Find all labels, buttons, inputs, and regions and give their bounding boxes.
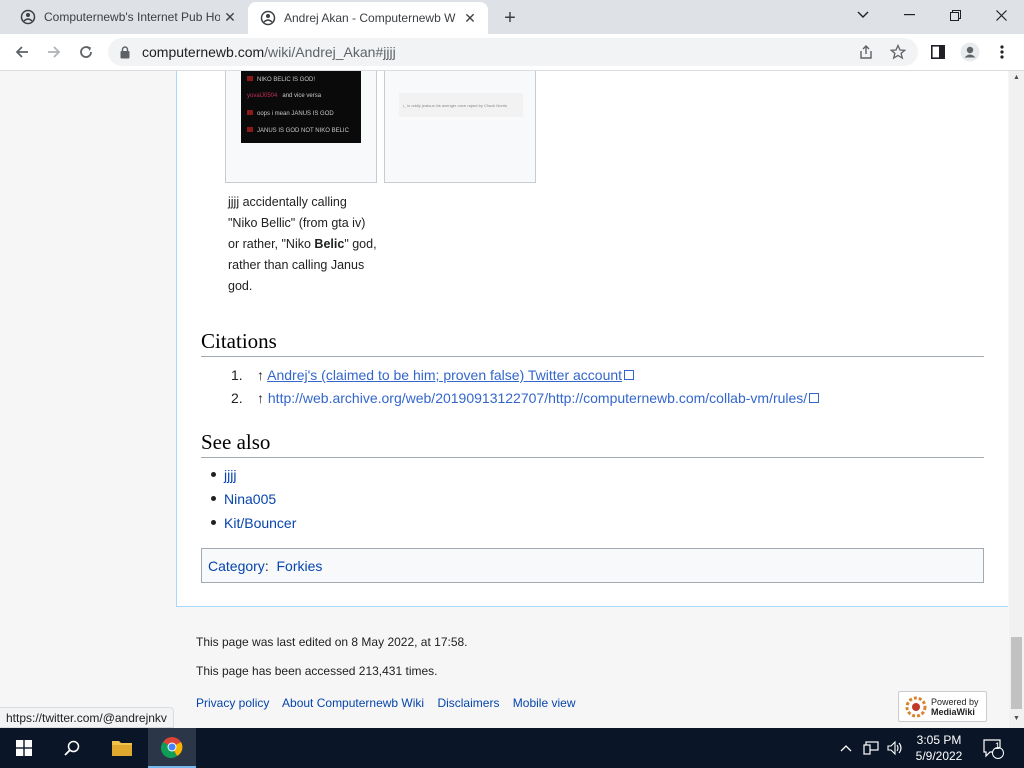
wiki-favicon-icon: [20, 9, 36, 25]
mobile-view-link[interactable]: Mobile view: [513, 696, 576, 710]
side-panel-icon[interactable]: [924, 38, 952, 66]
thumb-line: oops i mean JANUS IS GOD: [257, 111, 334, 117]
citation-number: 1.: [231, 367, 243, 383]
lock-icon[interactable]: [120, 45, 134, 59]
wiki-content: NIKO BELIC IS GOD! yuvalJ0504 and vice v…: [176, 71, 1008, 607]
scrollbar-thumb[interactable]: [1011, 637, 1022, 709]
file-explorer-folder-icon[interactable]: [98, 728, 146, 768]
minimize-icon[interactable]: [886, 0, 932, 30]
url-host: computernewb.com: [142, 44, 265, 60]
footer-links: Privacy policy About Computernewb Wiki D…: [196, 696, 586, 710]
network-icon[interactable]: [860, 728, 882, 768]
see-also-link-kit-bouncer[interactable]: Kit/Bouncer: [224, 515, 296, 531]
citation-number: 2.: [231, 390, 243, 406]
powered-line: MediaWiki: [931, 706, 975, 717]
see-also-heading: See also: [201, 430, 984, 458]
notifications-icon[interactable]: 1: [980, 728, 1006, 768]
scroll-down-arrow-icon[interactable]: ▼: [1012, 715, 1021, 722]
browser-toolbar: computernewb.com/wiki/Andrej_Akan#jjjj: [0, 34, 1024, 71]
tab-title: Computernewb's Internet Pub Ho: [44, 10, 220, 24]
citation-backlink-arrow[interactable]: ↑: [257, 390, 264, 406]
see-also-link-jjjj[interactable]: jjjj: [224, 467, 236, 483]
caption-link-jjjj[interactable]: jjjj: [228, 195, 239, 209]
powered-by-text: Powered by MediaWiki: [931, 697, 979, 717]
status-bubble-url: https://twitter.com/@andrejnkv: [0, 707, 174, 728]
citation-item: 1. ↑ Andrej's (claimed to be him; proven …: [231, 367, 635, 383]
clock-time: 3:05 PM: [916, 733, 962, 747]
citations-heading: Citations: [201, 329, 984, 357]
external-link-icon: [809, 393, 820, 403]
tab-title: Andrej Akan - Computernewb W: [284, 11, 456, 25]
page-viewport: NIKO BELIC IS GOD! yuvalJ0504 and vice v…: [0, 71, 1009, 728]
chrome-taskbar-icon[interactable]: [148, 728, 196, 768]
tab-internet-pub[interactable]: Computernewb's Internet Pub Ho ✕: [8, 0, 248, 34]
clock-date: 5/9/2022: [915, 749, 963, 763]
list-item: jjjj: [211, 467, 236, 483]
back-arrow-icon[interactable]: [8, 38, 36, 66]
powered-by-mediawiki-badge[interactable]: Powered by MediaWiki: [898, 691, 987, 722]
taskbar-clock[interactable]: 3:05 PM 5/9/2022: [906, 732, 972, 764]
disclaimers-link[interactable]: Disclaimers: [437, 696, 499, 710]
close-tab-icon[interactable]: ✕: [460, 8, 480, 28]
chat-screenshot-thumbnail[interactable]: NIKO BELIC IS GOD! yuvalJ0504 and vice v…: [241, 71, 361, 143]
start-windows-icon[interactable]: [0, 728, 48, 768]
bookmark-star-icon[interactable]: [884, 38, 912, 66]
thumb-line: JANUS IS GOD NOT NIKO BELIC: [257, 128, 349, 134]
thumb-line: and vice versa: [282, 93, 322, 99]
category-label-link[interactable]: Category: [208, 558, 265, 574]
thumb-user: yuvalJ0504: [247, 93, 278, 99]
page-scrollbar[interactable]: ▲ ▼: [1009, 71, 1024, 728]
tab-search-chevron-icon[interactable]: [840, 0, 886, 30]
chrome-menu-kebab-icon[interactable]: [988, 38, 1016, 66]
tab-andrej-akan[interactable]: Andrej Akan - Computernewb W ✕: [248, 2, 488, 34]
search-icon[interactable]: [48, 728, 96, 768]
category-forkies-link[interactable]: Forkies: [276, 558, 322, 574]
gallery-image-box: i_ is oddly jealous his avenger once rap…: [384, 71, 536, 183]
list-item: Nina005: [211, 491, 276, 507]
list-item: Kit/Bouncer: [211, 515, 296, 531]
forward-arrow-icon[interactable]: [40, 38, 68, 66]
citation-backlink-arrow[interactable]: ↑: [257, 367, 264, 383]
reload-icon[interactable]: [72, 38, 100, 66]
last-edited-text: This page was last edited on 8 May 2022,…: [196, 635, 468, 649]
mediawiki-flower-icon: [905, 696, 927, 718]
external-link-icon: [624, 370, 635, 380]
wiki-favicon-icon: [260, 10, 276, 26]
privacy-policy-link[interactable]: Privacy policy: [196, 696, 269, 710]
citation-item: 2. ↑ http://web.archive.org/web/201909131…: [231, 390, 820, 406]
restore-icon[interactable]: [932, 0, 978, 30]
citation-link-twitter[interactable]: Andrej's (claimed to be him; proven fals…: [267, 367, 622, 383]
profile-avatar-icon[interactable]: [956, 38, 984, 66]
windows-taskbar: 3:05 PM 5/9/2022 1: [0, 728, 1024, 768]
tray-overflow-chevron-icon[interactable]: [836, 728, 856, 768]
category-box: Category: Forkies: [201, 548, 984, 583]
tab-strip: Computernewb's Internet Pub Ho ✕ Andrej …: [0, 0, 1024, 34]
thumb-line: i_ is oddly jealous his avenger once rap…: [403, 102, 508, 108]
powered-line: Powered by: [931, 696, 979, 707]
caption-bold: Belic: [314, 237, 345, 251]
new-tab-plus-icon[interactable]: +: [498, 6, 522, 30]
about-wiki-link[interactable]: About Computernewb Wiki: [282, 696, 424, 710]
close-tab-icon[interactable]: ✕: [220, 7, 240, 27]
share-icon[interactable]: [852, 38, 880, 66]
scroll-up-arrow-icon[interactable]: ▲: [1012, 74, 1021, 81]
citation-link-archive[interactable]: http://web.archive.org/web/2019091312270…: [268, 390, 807, 406]
chat-screenshot-thumbnail[interactable]: i_ is oddly jealous his avenger once rap…: [399, 93, 523, 117]
see-also-link-nina005[interactable]: Nina005: [224, 491, 276, 507]
volume-icon[interactable]: [884, 728, 906, 768]
url-path: /wiki/Andrej_Akan#jjjj: [264, 44, 396, 60]
close-window-icon[interactable]: [978, 0, 1024, 30]
thumb-line: NIKO BELIC IS GOD!: [257, 77, 316, 83]
notification-count-badge: 1: [995, 741, 1001, 751]
url-text: computernewb.com/wiki/Andrej_Akan#jjjj: [142, 44, 396, 60]
access-count-text: This page has been accessed 213,431 time…: [196, 664, 438, 678]
address-bar[interactable]: computernewb.com/wiki/Andrej_Akan#jjjj: [108, 38, 918, 66]
gallery-caption: jjjj accidentally calling "Niko Bellic" …: [228, 192, 378, 297]
gallery-image-box: NIKO BELIC IS GOD! yuvalJ0504 and vice v…: [225, 71, 377, 183]
